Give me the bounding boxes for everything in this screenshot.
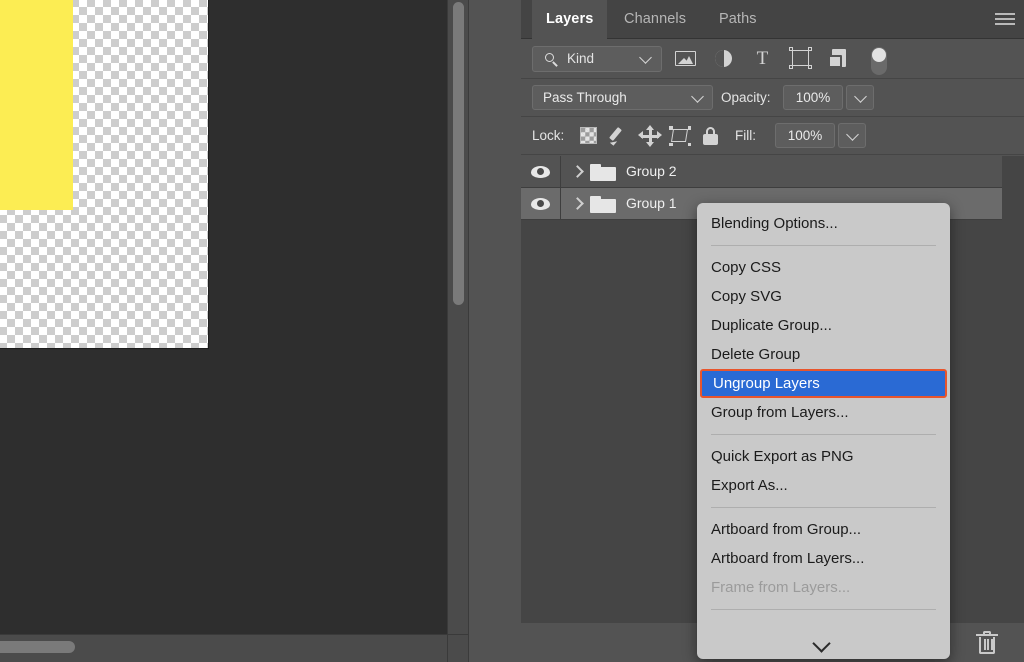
chevron-down-icon bbox=[691, 90, 704, 103]
chevron-down-icon bbox=[846, 128, 859, 141]
menu-item-ungroup-layers[interactable]: Ungroup Layers bbox=[700, 369, 947, 398]
dock-edge-divider bbox=[468, 0, 469, 662]
menu-item-export-as[interactable]: Export As... bbox=[697, 471, 950, 500]
scrollbar-corner bbox=[447, 634, 468, 662]
opacity-label: Opacity: bbox=[721, 85, 771, 110]
layer-context-menu: Blending Options... Copy CSS Copy SVG Du… bbox=[697, 203, 950, 659]
tab-layers[interactable]: Layers bbox=[532, 0, 607, 39]
menu-item-blending-options[interactable]: Blending Options... bbox=[697, 209, 950, 238]
yellow-rectangle-shape[interactable] bbox=[0, 0, 73, 210]
canvas-horizontal-scrollbar-thumb[interactable] bbox=[0, 641, 75, 653]
eye-icon bbox=[531, 198, 550, 210]
table-row[interactable]: Group 2 bbox=[521, 156, 1002, 188]
tab-channels[interactable]: Channels bbox=[610, 0, 700, 39]
menu-item-group-from-layers[interactable]: Group from Layers... bbox=[697, 398, 950, 427]
chevron-down-icon bbox=[639, 51, 652, 64]
layer-visibility-toggle[interactable] bbox=[521, 188, 561, 219]
lock-position-icon[interactable] bbox=[639, 126, 661, 146]
opacity-input[interactable]: 100% bbox=[783, 85, 843, 110]
blend-mode-value: Pass Through bbox=[543, 90, 627, 105]
folder-icon bbox=[590, 196, 616, 213]
canvas-vertical-scrollbar-thumb[interactable] bbox=[453, 2, 464, 305]
menu-item-duplicate-group[interactable]: Duplicate Group... bbox=[697, 311, 950, 340]
menu-item-artboard-from-layers[interactable]: Artboard from Layers... bbox=[697, 544, 950, 573]
canvas-horizontal-scrollbar[interactable] bbox=[0, 634, 447, 662]
menu-item-delete-group[interactable]: Delete Group bbox=[697, 340, 950, 369]
filter-type-icons: T bbox=[674, 46, 900, 72]
filter-toggle-switch[interactable] bbox=[866, 46, 889, 70]
fill-label: Fill: bbox=[735, 117, 756, 155]
chevron-right-icon[interactable] bbox=[573, 198, 580, 209]
menu-item-copy-svg[interactable]: Copy SVG bbox=[697, 282, 950, 311]
layer-name-label: Group 2 bbox=[626, 156, 677, 187]
tab-paths[interactable]: Paths bbox=[705, 0, 771, 39]
menu-scroll-down-button[interactable] bbox=[697, 631, 950, 659]
lock-label: Lock: bbox=[532, 117, 564, 155]
layer-filter-row: Kind T bbox=[521, 39, 1024, 79]
menu-separator bbox=[711, 434, 936, 435]
chevron-down-icon bbox=[812, 634, 830, 652]
document-window bbox=[0, 0, 468, 662]
adjustment-layer-filter-icon[interactable] bbox=[712, 46, 735, 70]
canvas-vertical-scrollbar[interactable] bbox=[447, 0, 468, 634]
search-icon bbox=[545, 53, 558, 66]
menu-item-copy-css[interactable]: Copy CSS bbox=[697, 253, 950, 282]
menu-item-artboard-from-group[interactable]: Artboard from Group... bbox=[697, 515, 950, 544]
menu-item-quick-export-as-png[interactable]: Quick Export as PNG bbox=[697, 442, 950, 471]
filter-kind-select[interactable]: Kind bbox=[532, 46, 662, 72]
fill-stepper[interactable] bbox=[838, 123, 866, 148]
chevron-right-icon[interactable] bbox=[573, 166, 580, 177]
lock-fill-row: Lock: Fill: 100% bbox=[521, 117, 1024, 155]
panel-dock-gutter bbox=[468, 0, 521, 662]
folder-icon bbox=[590, 164, 616, 181]
menu-item-frame-from-layers: Frame from Layers... bbox=[697, 573, 950, 602]
trash-icon[interactable] bbox=[976, 631, 998, 655]
layer-name-label: Group 1 bbox=[626, 188, 677, 219]
hamburger-icon[interactable] bbox=[992, 8, 1018, 32]
fill-input[interactable]: 100% bbox=[775, 123, 835, 148]
shape-layer-filter-icon[interactable] bbox=[789, 46, 812, 70]
smart-object-filter-icon[interactable] bbox=[828, 46, 851, 70]
filter-kind-label: Kind bbox=[567, 47, 594, 71]
pixel-layer-filter-icon[interactable] bbox=[674, 46, 697, 70]
menu-separator bbox=[711, 609, 936, 610]
blend-mode-select[interactable]: Pass Through bbox=[532, 85, 713, 110]
opacity-stepper[interactable] bbox=[846, 85, 874, 110]
layer-visibility-toggle[interactable] bbox=[521, 156, 561, 187]
lock-image-pixels-icon[interactable] bbox=[610, 126, 632, 146]
menu-separator bbox=[711, 507, 936, 508]
lock-artboard-nesting-icon[interactable] bbox=[669, 126, 691, 146]
chevron-down-icon bbox=[854, 90, 867, 103]
blend-opacity-row: Pass Through Opacity: 100% bbox=[521, 79, 1024, 117]
type-layer-filter-icon[interactable]: T bbox=[751, 46, 774, 70]
artboard-transparent-canvas[interactable] bbox=[0, 0, 208, 348]
menu-separator bbox=[711, 245, 936, 246]
canvas-area[interactable] bbox=[0, 0, 447, 634]
panel-tabbar: Layers Channels Paths bbox=[521, 0, 1024, 39]
eye-icon bbox=[531, 166, 550, 178]
lock-all-icon[interactable] bbox=[700, 126, 722, 146]
lock-transparent-pixels-icon[interactable] bbox=[578, 126, 600, 146]
photoshop-window: Layers Channels Paths Kind T bbox=[0, 0, 1024, 662]
